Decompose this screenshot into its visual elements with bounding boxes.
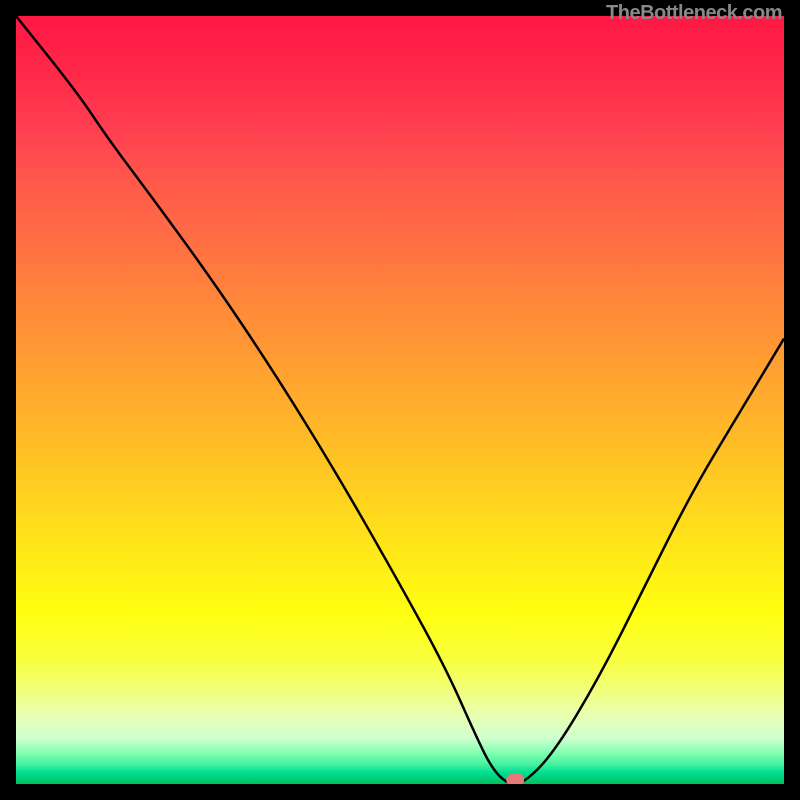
plot-area [16,16,784,784]
bottleneck-curve [16,16,784,784]
chart-container: TheBottleneck.com [0,0,800,800]
optimal-marker [506,773,524,784]
curve-svg [16,16,784,784]
attribution-text: TheBottleneck.com [606,2,782,25]
